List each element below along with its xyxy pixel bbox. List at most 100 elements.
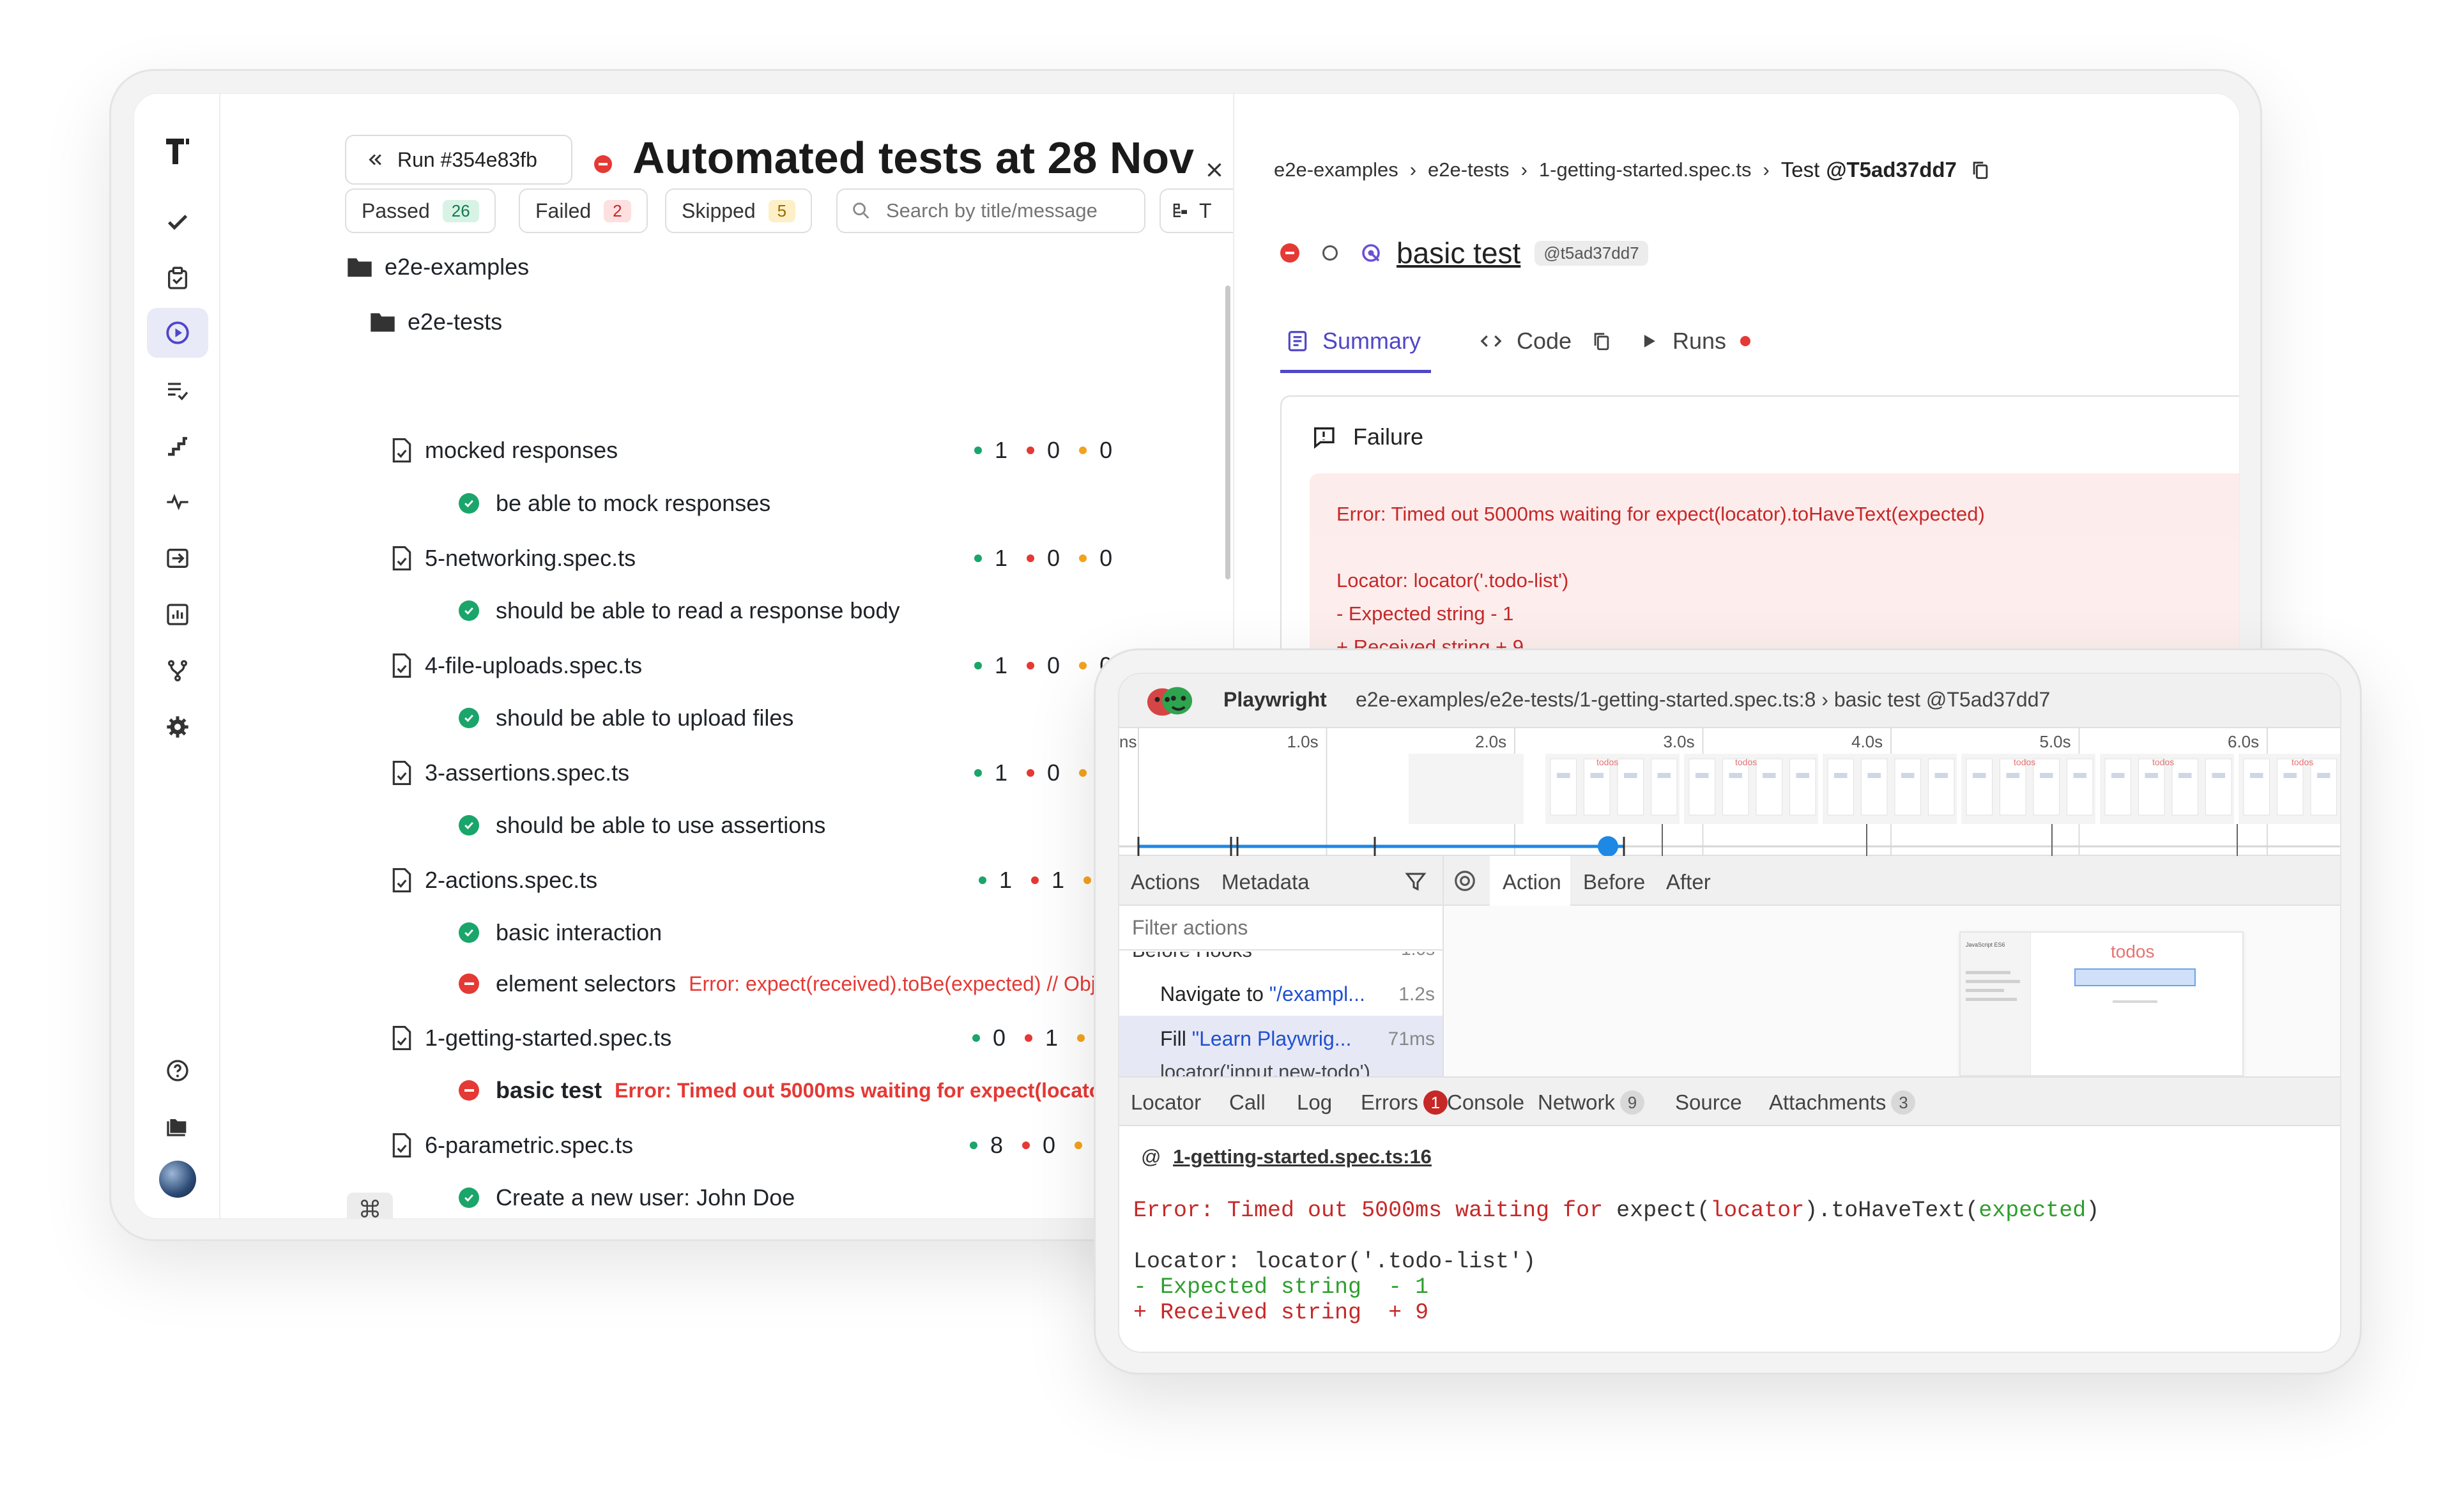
test-row[interactable]: should be able to upload files xyxy=(459,705,793,731)
test-row[interactable]: should be able to use assertions xyxy=(459,812,825,839)
snapshot-title: todos xyxy=(2111,942,2155,961)
filter-icon[interactable] xyxy=(1404,870,1428,893)
breadcrumb-item[interactable]: e2e-examples xyxy=(1274,158,1398,181)
avatar[interactable] xyxy=(147,1154,208,1204)
tree-file[interactable]: 1-getting-started.spec.ts xyxy=(392,1025,671,1051)
copy-icon[interactable] xyxy=(1591,330,1612,352)
tab-metadata[interactable]: Metadata xyxy=(1221,870,1310,894)
tab-log[interactable]: Log xyxy=(1297,1090,1332,1115)
import-icon[interactable] xyxy=(147,533,208,583)
help-icon[interactable] xyxy=(147,1046,208,1096)
tab-after[interactable]: After xyxy=(1666,870,1711,894)
tab-attachments[interactable]: Attachments 3 xyxy=(1769,1090,1916,1115)
test-row[interactable]: should be able to read a response body xyxy=(459,597,899,624)
timeline[interactable]: ns 1.0s 2.0s 3.0s 4.0s 5.0s 6.0s todos todos tod… xyxy=(1119,728,2340,856)
analytics-icon[interactable] xyxy=(147,590,208,639)
tree-file[interactable]: 4-file-uploads.spec.ts xyxy=(392,652,642,679)
steps-icon[interactable] xyxy=(147,421,208,471)
tree-file[interactable]: 5-networking.spec.ts xyxy=(392,545,636,572)
app-logo[interactable] xyxy=(147,126,208,176)
page-snapshot[interactable]: JavaScript ES6 todos xyxy=(1959,931,2244,1076)
file-icon xyxy=(392,653,411,678)
scrollbar[interactable] xyxy=(1225,286,1230,579)
gear-icon[interactable] xyxy=(147,702,208,752)
tree-file[interactable]: mocked responses xyxy=(392,437,618,464)
tab-errors[interactable]: Errors 1 xyxy=(1361,1090,1448,1115)
action-row[interactable]: Navigate to "/exampl... 1.2s xyxy=(1119,971,1443,1016)
source-link[interactable]: 1-getting-started.spec.ts:16 xyxy=(1173,1145,1432,1168)
view-toggle-button[interactable]: T xyxy=(1160,188,1233,233)
tab-code[interactable]: Code xyxy=(1478,328,1612,355)
source-at: @ xyxy=(1141,1145,1161,1168)
search-input[interactable] xyxy=(886,199,1129,222)
tab-locator[interactable]: Locator xyxy=(1131,1090,1201,1115)
folders-icon[interactable] xyxy=(147,1101,208,1150)
passed-count: 0 xyxy=(993,1025,1006,1051)
action-row[interactable]: locator('input.new-todo') xyxy=(1119,1062,1443,1076)
tab-console[interactable]: Console xyxy=(1447,1090,1524,1115)
tree-file[interactable]: 6-parametric.spec.ts xyxy=(392,1132,633,1159)
tree-folder[interactable]: e2e-tests xyxy=(369,309,502,335)
filter-actions-input[interactable] xyxy=(1119,906,1443,951)
frame-thumbnail xyxy=(2243,758,2270,816)
breadcrumb-separator: › xyxy=(1763,158,1770,181)
filter-skipped[interactable]: Skipped 5 xyxy=(665,188,813,233)
tab-call[interactable]: Call xyxy=(1229,1090,1266,1115)
tree-file[interactable]: 3-assertions.spec.ts xyxy=(392,760,629,786)
skipped-count: 0 xyxy=(1099,437,1113,463)
tab-summary[interactable]: Summary xyxy=(1285,328,1421,355)
test-row[interactable]: Create a new user: John Doe xyxy=(459,1184,795,1211)
tab-label: Log xyxy=(1297,1090,1333,1114)
list-check-icon[interactable] xyxy=(147,365,208,415)
search-icon xyxy=(853,202,869,219)
check-icon[interactable] xyxy=(147,197,208,247)
branch-icon[interactable] xyxy=(147,646,208,696)
action-row-selected[interactable]: Fill "Learn Playwrig... 71ms xyxy=(1119,1016,1443,1062)
breadcrumb-item[interactable]: 1-getting-started.spec.ts xyxy=(1539,158,1752,181)
tab-runs[interactable]: Runs xyxy=(1638,328,1751,355)
tab-action[interactable]: Action xyxy=(1503,870,1561,894)
frame-thumbnail xyxy=(1928,758,1955,816)
target-icon[interactable] xyxy=(1453,869,1477,893)
tab-source[interactable]: Source xyxy=(1675,1090,1742,1115)
search-box[interactable] xyxy=(836,188,1145,233)
action-time: 1.0s xyxy=(1401,952,1435,959)
keyboard-shortcut-button[interactable] xyxy=(347,1193,393,1218)
file-icon xyxy=(392,868,411,892)
passed-status-icon xyxy=(459,493,479,514)
breadcrumb: e2e-examples › e2e-tests › 1-getting-sta… xyxy=(1274,158,1991,182)
frame-thumbnail xyxy=(1722,758,1749,816)
test-name: should be able to read a response body xyxy=(496,597,900,623)
tab-network[interactable]: Network 9 xyxy=(1538,1090,1645,1115)
tab-actions[interactable]: Actions xyxy=(1131,870,1200,894)
copy-icon[interactable] xyxy=(1970,159,1991,181)
tree-file-label: 4-file-uploads.spec.ts xyxy=(425,652,643,678)
timeline-playhead[interactable] xyxy=(1598,836,1618,856)
tab-label: Call xyxy=(1229,1090,1266,1114)
frame-thumbnail-input xyxy=(2040,773,2053,778)
tree-root[interactable]: e2e-examples xyxy=(346,254,529,280)
failure-header[interactable]: Failure xyxy=(1311,424,1423,450)
action-verb: Fill xyxy=(1160,1027,1186,1050)
filter-passed[interactable]: Passed 26 xyxy=(345,188,496,233)
tree-file[interactable]: 2-actions.spec.ts xyxy=(392,867,597,894)
test-row[interactable]: be able to mock responses xyxy=(459,490,770,517)
close-run-icon[interactable] xyxy=(1202,158,1227,182)
filter-failed[interactable]: Failed 2 xyxy=(519,188,648,233)
passed-status-icon xyxy=(459,600,479,621)
clipboard-check-icon[interactable] xyxy=(147,254,208,303)
action-row[interactable]: Before Hooks 1.0s xyxy=(1119,952,1443,967)
tab-label: Network xyxy=(1538,1090,1616,1114)
test-name[interactable]: basic test xyxy=(1397,236,1520,270)
failed-status-icon xyxy=(1280,243,1299,263)
back-to-run-button[interactable]: Run #354e83fb xyxy=(345,135,572,185)
skipped-dot xyxy=(1079,447,1087,454)
activity-icon[interactable] xyxy=(147,477,208,527)
tab-before[interactable]: Before xyxy=(1583,870,1645,894)
test-row[interactable]: basic interaction xyxy=(459,919,662,946)
play-circle-icon[interactable] xyxy=(147,308,208,358)
test-name: should be able to upload files xyxy=(496,705,794,731)
passed-dot xyxy=(974,662,982,669)
timeline-frame[interactable] xyxy=(1409,754,1524,824)
breadcrumb-item[interactable]: e2e-tests xyxy=(1428,158,1510,181)
